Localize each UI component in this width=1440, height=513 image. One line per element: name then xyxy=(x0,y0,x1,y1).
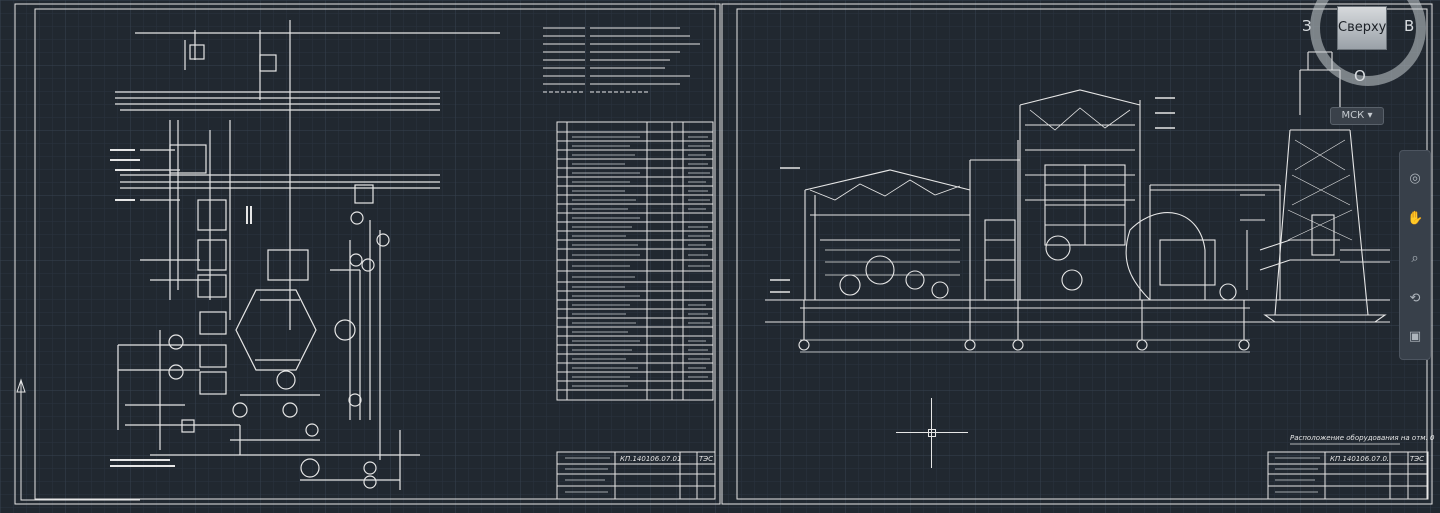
ucs-menu-label: МСК xyxy=(1341,110,1365,121)
showmotion-icon[interactable]: ▣ xyxy=(1407,329,1423,345)
pan-icon[interactable]: ✋ xyxy=(1407,211,1423,227)
model-space-canvas[interactable]: КП.140106.07.01.000 ТЭ ТЭС КП.140106.07.… xyxy=(0,0,1440,513)
viewcube-top-face[interactable]: Сверху xyxy=(1337,6,1387,50)
navigation-bar[interactable]: ◎ ✋ ⌕ ⟲ ▣ xyxy=(1399,150,1431,360)
right-stamp-code: КП.140106.07.02.000 xyxy=(1330,455,1388,463)
left-stamp-sheet: ТЭС xyxy=(699,455,714,463)
zoom-icon[interactable]: ⌕ xyxy=(1407,251,1423,267)
chevron-down-icon: ▾ xyxy=(1367,110,1373,121)
orbit-icon[interactable]: ⟲ xyxy=(1407,291,1423,307)
right-note-label: Расположение оборудования на отм. 0 xyxy=(1290,434,1435,442)
left-stamp-code: КП.140106.07.01.000 ТЭ xyxy=(620,455,680,463)
cursor-pickbox xyxy=(928,429,936,437)
steering-wheel-icon[interactable]: ◎ xyxy=(1407,171,1423,187)
right-stamp-sheet: ТЭС xyxy=(1410,455,1425,463)
viewcube-west[interactable]: З xyxy=(1302,17,1312,35)
viewcube-east[interactable]: В xyxy=(1404,17,1414,35)
ucs-menu-button[interactable]: МСК ▾ xyxy=(1330,107,1384,125)
viewcube-north[interactable]: О xyxy=(1354,67,1366,85)
cad-drawing xyxy=(0,0,1440,513)
viewcube[interactable]: Сверху З В О xyxy=(1296,0,1426,110)
